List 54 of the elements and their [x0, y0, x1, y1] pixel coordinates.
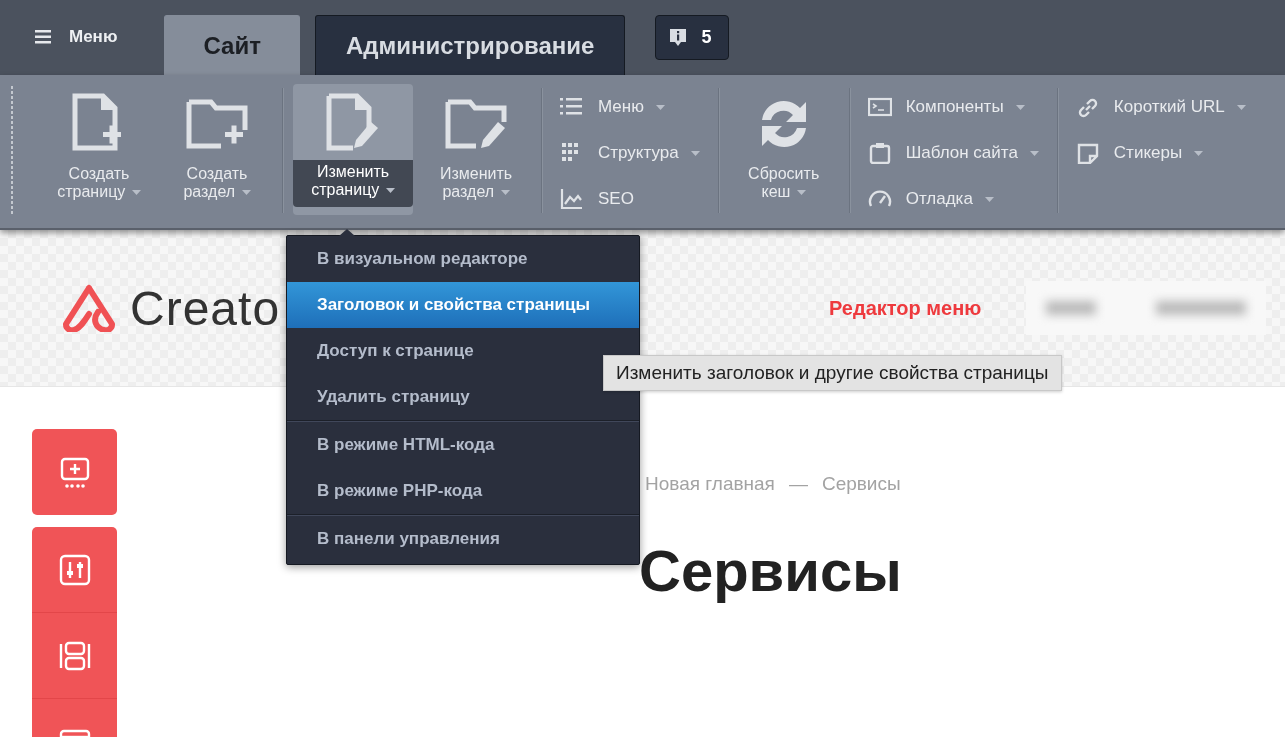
tab[interactable]: Администрирование	[314, 15, 626, 75]
notifications-button[interactable]: 5	[655, 15, 730, 60]
menu-item[interactable]: В панели управления	[287, 516, 639, 562]
caret-icon	[131, 190, 141, 196]
side-button[interactable]	[32, 429, 117, 515]
drag-handle[interactable]	[10, 85, 14, 215]
menu-item[interactable]: В визуальном редакторе	[287, 236, 639, 282]
toolbar-menu-item[interactable]: Структура	[560, 133, 700, 173]
toolbar-button[interactable]: Создать страницу	[44, 84, 154, 215]
toolbar-menu-item[interactable]: Стикеры	[1075, 133, 1246, 173]
menu-item[interactable]: В режиме PHP-кода	[287, 468, 639, 514]
chart-icon	[560, 188, 584, 210]
list-icon	[560, 96, 584, 118]
toolbar-menu-item[interactable]: SEO	[560, 179, 700, 219]
caret-icon	[655, 104, 665, 110]
page-title: Сервисы	[639, 537, 902, 604]
clipboard-icon	[867, 142, 892, 164]
side-button[interactable]	[32, 613, 117, 699]
tooltip: Изменить заголовок и другие свойства страницы	[603, 355, 1062, 391]
logo-text: Creato	[130, 280, 281, 336]
toolbar-button[interactable]: Изменить раздел	[421, 84, 531, 215]
info-icon	[669, 27, 688, 48]
menu-button[interactable]: Меню	[35, 26, 118, 47]
caret-icon	[984, 196, 994, 202]
caret-icon	[1236, 104, 1246, 110]
menu-item[interactable]: В режиме HTML-кода	[287, 422, 639, 468]
toolbar-button[interactable]: Создать раздел	[162, 84, 272, 215]
toolbar-button[interactable]: Сбросить кеш	[728, 84, 839, 215]
toolbar-button[interactable]: Изменить страницу	[293, 84, 413, 215]
breadcrumb-link[interactable]: Сервисы	[821, 473, 901, 495]
caret-icon	[1194, 150, 1204, 156]
caret-icon	[241, 190, 251, 196]
caret-icon	[385, 188, 395, 194]
caret-icon	[796, 190, 806, 196]
sliders-icon	[57, 552, 92, 587]
terminal-icon	[867, 96, 892, 118]
nav-link[interactable]: Редактор меню	[829, 296, 982, 320]
toolbar-menu-item[interactable]: Короткий URL	[1075, 87, 1246, 127]
toolbar-menu-item[interactable]: Отладка	[867, 179, 1039, 219]
caret-icon	[690, 150, 700, 156]
caret-icon	[1029, 150, 1039, 156]
menu-icon	[35, 29, 51, 44]
tab[interactable]: Сайт	[164, 15, 300, 75]
note-icon	[1075, 142, 1100, 164]
breadcrumb-link[interactable]: Новая главная	[645, 473, 775, 495]
toolbar-menu-item[interactable]: Шаблон сайта	[867, 133, 1039, 173]
toolbar-menu-item[interactable]: Компоненты	[867, 87, 1039, 127]
caret-icon	[500, 190, 510, 196]
breadcrumb-separator: —	[788, 473, 808, 495]
menu-item[interactable]: Заголовок и свойства страницы	[287, 282, 639, 328]
side-button[interactable]	[32, 527, 117, 613]
toolbar-menu-item[interactable]: Меню	[560, 87, 700, 127]
logo-icon	[62, 284, 116, 332]
caret-icon	[1015, 104, 1025, 110]
